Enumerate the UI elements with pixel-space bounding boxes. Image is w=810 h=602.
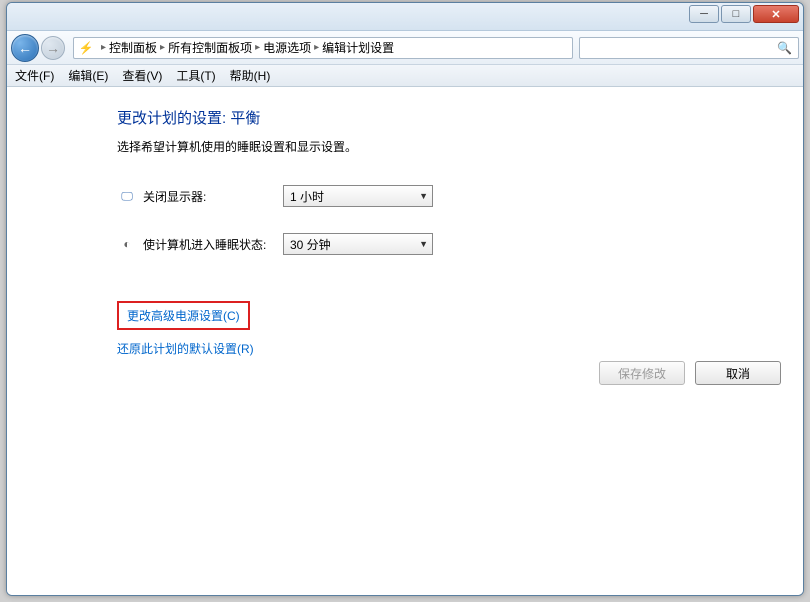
display-off-row: 🖵 关闭显示器: 1 小时 ▼ xyxy=(117,185,783,207)
footer-buttons: 保存修改 取消 xyxy=(599,361,781,385)
close-button[interactable]: ✕ xyxy=(753,5,799,23)
breadcrumb-sep-icon: ▸ xyxy=(101,42,106,53)
address-bar[interactable]: ⚡ ▸ 控制面板 ▸ 所有控制面板项 ▸ 电源选项 ▸ 编辑计划设置 xyxy=(73,37,573,59)
display-off-value: 1 小时 xyxy=(290,188,324,205)
menu-help[interactable]: 帮助(H) xyxy=(230,67,271,84)
content-area: 更改计划的设置: 平衡 选择希望计算机使用的睡眠设置和显示设置。 🖵 关闭显示器… xyxy=(7,87,803,595)
page-title: 更改计划的设置: 平衡 xyxy=(117,107,783,128)
menu-file[interactable]: 文件(F) xyxy=(15,67,54,84)
sleep-dropdown[interactable]: 30 分钟 ▼ xyxy=(283,233,433,255)
breadcrumb-item[interactable]: 电源选项 xyxy=(263,39,311,56)
titlebar: ─ □ ✕ xyxy=(7,3,803,31)
sleep-row: ◐ 使计算机进入睡眠状态: 30 分钟 ▼ xyxy=(117,233,783,255)
sleep-label: 使计算机进入睡眠状态: xyxy=(143,236,283,253)
minimize-button[interactable]: ─ xyxy=(689,5,719,23)
search-box[interactable]: 🔍 xyxy=(579,37,799,59)
display-off-label: 关闭显示器: xyxy=(143,188,283,205)
breadcrumb-item[interactable]: 控制面板 xyxy=(109,39,157,56)
chevron-down-icon: ▼ xyxy=(419,191,428,201)
menu-view[interactable]: 查看(V) xyxy=(122,67,162,84)
maximize-button[interactable]: □ xyxy=(721,5,751,23)
window: ─ □ ✕ ← → ⚡ ▸ 控制面板 ▸ 所有控制面板项 ▸ 电源选项 ▸ 编辑… xyxy=(6,2,804,596)
chevron-down-icon: ▼ xyxy=(419,239,428,249)
search-icon: 🔍 xyxy=(777,41,792,55)
breadcrumb-item[interactable]: 所有控制面板项 xyxy=(168,39,252,56)
menu-edit[interactable]: 编辑(E) xyxy=(68,67,108,84)
sleep-icon: ◐ xyxy=(117,234,137,254)
nav-row: ← → ⚡ ▸ 控制面板 ▸ 所有控制面板项 ▸ 电源选项 ▸ 编辑计划设置 🔍 xyxy=(7,31,803,65)
menu-tools[interactable]: 工具(T) xyxy=(176,67,215,84)
breadcrumb-sep-icon: ▸ xyxy=(255,42,260,53)
breadcrumb-sep-icon: ▸ xyxy=(160,42,165,53)
menu-bar: 文件(F) 编辑(E) 查看(V) 工具(T) 帮助(H) xyxy=(7,65,803,87)
display-icon: 🖵 xyxy=(117,186,137,206)
save-button: 保存修改 xyxy=(599,361,685,385)
advanced-power-settings-link[interactable]: 更改高级电源设置(C) xyxy=(127,307,240,324)
page-subtext: 选择希望计算机使用的睡眠设置和显示设置。 xyxy=(117,138,783,155)
cancel-button[interactable]: 取消 xyxy=(695,361,781,385)
forward-button[interactable]: → xyxy=(41,36,65,60)
restore-defaults-link[interactable]: 还原此计划的默认设置(R) xyxy=(117,340,254,357)
breadcrumb-item: 编辑计划设置 xyxy=(322,39,394,56)
highlight-annotation: 更改高级电源设置(C) xyxy=(117,301,250,330)
control-panel-icon: ⚡ xyxy=(78,40,94,56)
nav-buttons: ← → xyxy=(11,34,67,62)
back-button[interactable]: ← xyxy=(11,34,39,62)
sleep-value: 30 分钟 xyxy=(290,236,331,253)
display-off-dropdown[interactable]: 1 小时 ▼ xyxy=(283,185,433,207)
breadcrumb-sep-icon: ▸ xyxy=(314,42,319,53)
